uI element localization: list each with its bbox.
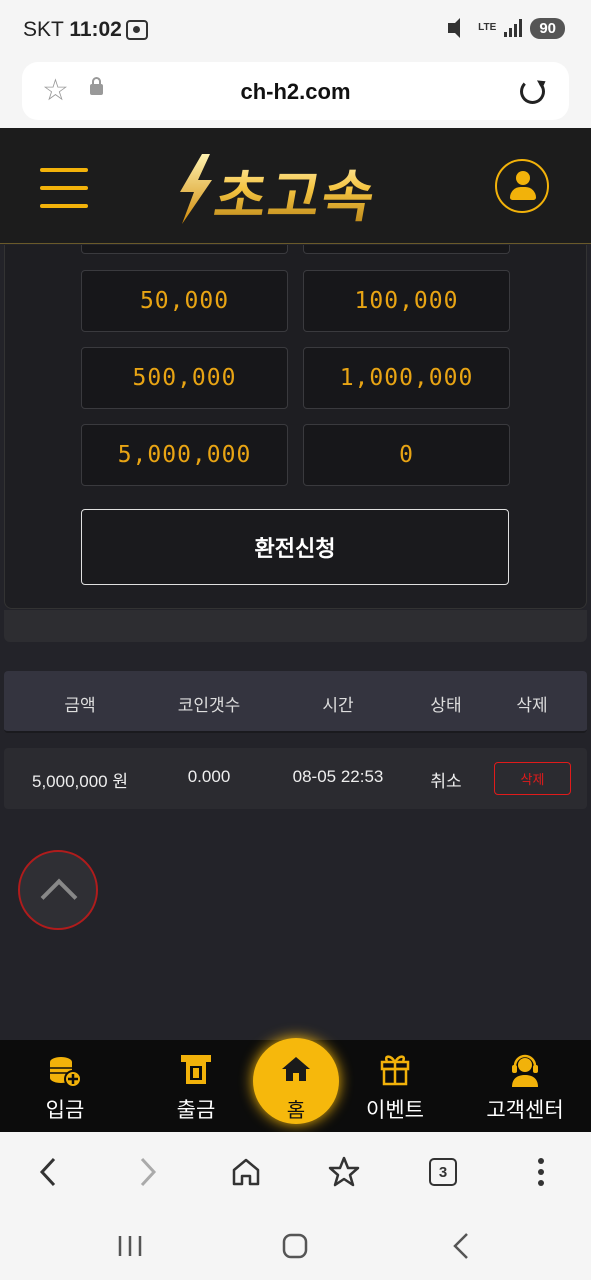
column-header-time: 시간 [322, 696, 354, 716]
system-nav-bar [0, 1212, 591, 1280]
coins-icon [50, 1057, 82, 1088]
reload-icon[interactable] [520, 79, 545, 104]
cell-coins: 0.000 [187, 767, 231, 786]
table-row: 5,000,000 원 0.000 08-05 22:53 취소 삭제 [4, 748, 587, 809]
app-header: 초고속 [0, 128, 591, 244]
column-header-amount: 금액 [64, 696, 96, 716]
screenshot-icon [126, 20, 148, 40]
url-text[interactable]: ch-h2.com [22, 79, 569, 105]
address-bar[interactable]: ☆ ch-h2.com [22, 62, 569, 120]
clock: 11:02 [69, 18, 122, 41]
nav-deposit[interactable]: 입금 [15, 1040, 115, 1132]
bottom-nav: 입금 출금 홈 이벤트 고객센터 [0, 1038, 591, 1132]
system-home-icon[interactable] [275, 1226, 315, 1266]
nav-home[interactable]: 홈 [253, 1038, 339, 1124]
home-icon [282, 1057, 310, 1081]
back-icon[interactable] [28, 1152, 68, 1192]
network-type: LTE [478, 22, 497, 33]
atm-icon [181, 1055, 211, 1084]
mute-icon [446, 17, 470, 39]
system-back-icon[interactable] [441, 1226, 481, 1266]
user-profile-icon[interactable] [495, 159, 549, 213]
carrier: SKT [23, 18, 64, 41]
nav-withdraw-label: 출금 [176, 1098, 216, 1122]
delete-button[interactable]: 삭제 [494, 762, 571, 795]
browser-toolbar: ☆ ch-h2.com [0, 60, 591, 128]
logo[interactable]: 초고속 [168, 150, 428, 230]
signal-icon [504, 19, 523, 37]
amount-button-1000000[interactable]: 1,000,000 [303, 347, 510, 409]
status-icons: LTE 90 [446, 17, 565, 39]
nav-event-label: 이벤트 [366, 1098, 424, 1122]
home-page-icon[interactable] [226, 1152, 266, 1192]
column-header-status: 상태 [430, 696, 462, 716]
gift-icon [380, 1055, 410, 1086]
tab-count: 3 [429, 1158, 457, 1186]
recent-apps-icon[interactable] [110, 1226, 150, 1266]
cell-time: 08-05 22:53 [292, 767, 384, 786]
amount-reset-button[interactable]: 0 [303, 424, 510, 486]
panel-footer-strip [4, 610, 587, 642]
tabs-icon[interactable]: 3 [423, 1152, 463, 1192]
battery-indicator: 90 [530, 17, 565, 39]
nav-deposit-label: 입금 [45, 1098, 85, 1122]
amount-button[interactable] [81, 245, 288, 254]
bookmarks-icon[interactable] [324, 1152, 364, 1192]
logo-text: 초고속 [209, 152, 384, 233]
history-table-header: 금액 코인갯수 시간 상태 삭제 [4, 671, 587, 733]
menu-icon[interactable] [40, 168, 88, 208]
nav-support[interactable]: 고객센터 [475, 1040, 575, 1132]
amount-button-100000[interactable]: 100,000 [303, 270, 510, 332]
nav-event[interactable]: 이벤트 [345, 1040, 445, 1132]
status-carrier-time: SKT 11:02 [23, 18, 122, 42]
cell-status: 취소 [430, 772, 462, 792]
forward-icon[interactable] [128, 1152, 168, 1192]
amount-button-5000000[interactable]: 5,000,000 [81, 424, 288, 486]
cell-amount: 5,000,000 원 [32, 772, 128, 791]
column-header-delete: 삭제 [516, 696, 548, 716]
amount-button-50000[interactable]: 50,000 [81, 270, 288, 332]
amount-button-500000[interactable]: 500,000 [81, 347, 288, 409]
scroll-to-top-button[interactable] [18, 850, 98, 930]
headset-agent-icon [512, 1054, 538, 1087]
browser-bottom-bar: 3 [0, 1132, 591, 1212]
more-menu-icon[interactable] [521, 1152, 561, 1192]
column-header-coins: 코인갯수 [177, 696, 241, 716]
nav-withdraw[interactable]: 출금 [146, 1040, 246, 1132]
status-bar: SKT 11:02 LTE 90 [0, 0, 591, 60]
lightning-bolt-icon [180, 154, 212, 224]
nav-support-label: 고객센터 [486, 1098, 564, 1122]
nav-home-label: 홈 [286, 1098, 306, 1122]
exchange-request-button[interactable]: 환전신청 [81, 509, 509, 585]
amount-button[interactable] [303, 245, 510, 254]
